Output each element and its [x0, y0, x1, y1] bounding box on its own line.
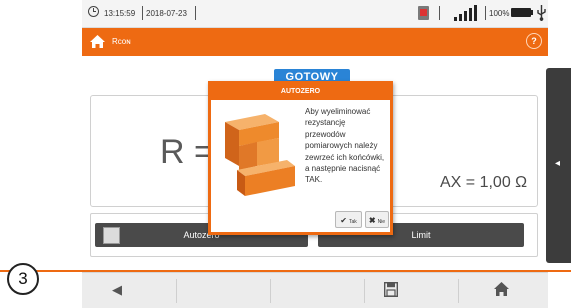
battery-percent: 100% [489, 9, 510, 18]
check-icon: ✔ [340, 216, 347, 225]
bottom-nav-bar: ◀ [82, 272, 548, 308]
no-button[interactable]: ✖ Nie [365, 211, 389, 228]
side-panel-tab[interactable]: ◂ [546, 68, 571, 263]
resistance-label: R = [160, 133, 214, 171]
page-title: Rᴄᴏɴ [112, 37, 131, 46]
dialog-title: AUTOZERO [211, 84, 390, 100]
clock-icon [88, 6, 99, 17]
nav-divider [176, 279, 177, 303]
nav-divider [270, 279, 271, 303]
autozero-checkbox[interactable] [103, 227, 120, 244]
home-icon[interactable] [494, 282, 509, 296]
back-arrow-icon[interactable]: ◀ [112, 282, 122, 298]
probe-tips-icon [225, 114, 295, 196]
status-divider [195, 6, 196, 20]
chevron-left-icon: ◂ [555, 158, 561, 169]
save-icon[interactable] [384, 282, 398, 297]
help-icon[interactable]: ? [526, 33, 542, 49]
sd-card-icon [418, 6, 429, 20]
status-divider [439, 6, 440, 20]
app-bar: Rᴄᴏɴ ? [82, 28, 548, 56]
nav-divider [364, 279, 365, 303]
no-button-label: Nie [377, 219, 386, 225]
autozero-dialog: AUTOZERO Aby wyeliminować rezystancję pr… [208, 81, 393, 235]
yes-button[interactable]: ✔ Tak [335, 211, 362, 228]
status-bar: 13:15:59 2018-07-23 100% [82, 0, 548, 28]
cross-icon: ✖ [368, 216, 376, 225]
limit-button-label: Limit [411, 230, 431, 240]
step-number-badge: 3 [7, 263, 39, 295]
dialog-message: Aby wyeliminować rezystancję przewodów p… [305, 107, 385, 185]
yes-button-label: Tak [348, 219, 357, 225]
nav-divider [458, 279, 459, 303]
status-date: 2018-07-23 [146, 9, 187, 18]
battery-icon [511, 8, 533, 17]
status-divider [142, 6, 143, 20]
home-icon[interactable] [90, 35, 105, 48]
usb-icon [537, 5, 546, 21]
status-divider [485, 6, 486, 20]
signal-icon [454, 5, 477, 21]
resistance-max-value: AX = 1,00 Ω [440, 174, 528, 191]
status-time: 13:15:59 [104, 9, 136, 18]
